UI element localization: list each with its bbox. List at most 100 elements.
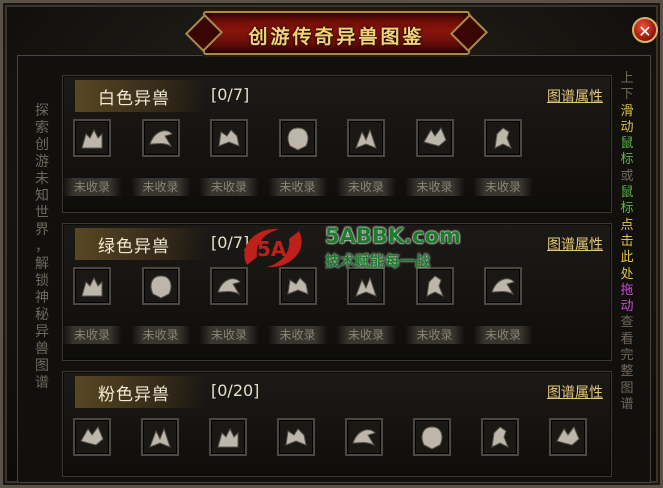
beast-slot[interactable] (484, 267, 522, 305)
sidebar-right-char: 标 (620, 201, 634, 217)
beast-slot[interactable] (484, 119, 522, 157)
attributes-link[interactable]: 图谱属性 (547, 86, 603, 106)
beast-icon (149, 427, 171, 448)
sidebar-right-char: 下 (620, 87, 634, 103)
beast-slot[interactable] (549, 418, 587, 456)
dragon-icon (422, 127, 447, 147)
tiger-icon (218, 129, 240, 147)
tiger-icon (286, 277, 309, 295)
watermark-domain: 5ABBK.com (325, 224, 461, 248)
sidebar-left-char: 游 (35, 154, 49, 170)
sidebar-left-char: 兽 (35, 341, 49, 357)
window-title: 创游传奇异兽图鉴 (248, 26, 425, 48)
sidebar-left-hint: 探索创游未知世界，解锁神秘异兽图谱 (33, 103, 51, 392)
attributes-link[interactable]: 图谱属性 (547, 234, 603, 254)
status-badge: 未收录 (267, 326, 328, 344)
section-white: 白色异兽 [0/7] 图谱属性 未收录 未收录 未收录 未收录 未收录 未收录 未收录 (62, 75, 612, 213)
watermark-logo: 5A (244, 228, 302, 268)
sidebar-right-char: 查 (620, 315, 634, 331)
sidebar-right-char: 鼠 (620, 185, 634, 201)
sidebar-right-char: 整 (620, 364, 634, 380)
lion-icon (287, 127, 308, 151)
sidebar-left-char: 索 (35, 120, 49, 136)
lion-icon (421, 426, 443, 450)
sidebar-right-char: 鼠 (620, 136, 634, 152)
beast-slot[interactable] (277, 418, 315, 456)
beast-slot[interactable] (210, 119, 248, 157)
horse-icon (425, 275, 444, 298)
eagle-icon (491, 278, 515, 296)
wolf-icon (217, 427, 239, 448)
section-title: 粉色异兽 (98, 385, 170, 405)
section-count: [0/20] (211, 381, 260, 400)
watermark: 5A 5ABBK.com 技术赋能每一战 (239, 224, 461, 273)
status-badge: 未收录 (336, 178, 396, 196)
close-button[interactable]: ✕ (632, 17, 658, 43)
beast-slot[interactable] (347, 119, 385, 157)
section-count: [0/7] (211, 85, 250, 104)
watermark-slogan: 技术赋能每一战 (325, 252, 431, 270)
sidebar-left-char: 锁 (35, 273, 49, 289)
sidebar-right-char: 动 (620, 299, 634, 315)
sidebar-right-char: 此 (620, 250, 634, 266)
sidebar-right-char: 点 (620, 217, 634, 233)
sidebar-right-char: 处 (620, 266, 634, 282)
status-badge: 未收录 (336, 326, 396, 344)
tiger-icon (285, 428, 307, 446)
beast-slot[interactable] (73, 267, 111, 305)
beast-slot[interactable] (413, 418, 451, 456)
lion-icon (150, 275, 171, 299)
title-plate: 创游传奇异兽图鉴 (203, 11, 470, 55)
bestiary-window: 创游传奇异兽图鉴 ✕ 探索创游未知世界，解锁神秘异兽图谱 上下滑动鼠标或鼠标点击… (0, 0, 663, 488)
sidebar-right-char: 击 (620, 233, 634, 249)
sidebar-right-char: 上 (620, 71, 634, 86)
sidebar-right-char: 谱 (620, 396, 634, 412)
dragon-icon (80, 426, 104, 446)
beast-slot[interactable] (278, 119, 317, 157)
sidebar-right-char: 完 (620, 348, 634, 364)
sidebar-left-char: 界 (35, 222, 49, 238)
sidebar-right-char: 标 (620, 152, 634, 168)
beast-slot[interactable] (415, 119, 454, 157)
attributes-link[interactable]: 图谱属性 (547, 382, 603, 402)
horse-icon (491, 426, 509, 449)
eagle-icon (352, 429, 376, 447)
section-title: 绿色异兽 (98, 237, 170, 257)
horse-icon (494, 127, 512, 150)
beast-slot[interactable] (481, 418, 519, 456)
status-badge: 未收录 (473, 326, 533, 344)
beast-slot[interactable] (141, 267, 180, 305)
beast-slot[interactable] (141, 119, 180, 157)
sidebar-left-char: ， (35, 239, 49, 255)
status-badge: 未收录 (199, 178, 259, 196)
beast-slot[interactable] (141, 418, 179, 456)
wolf-icon (81, 128, 103, 149)
sidebar-left-char: 解 (35, 256, 49, 272)
sidebar-right-char: 或 (620, 168, 634, 184)
beast-icon (355, 276, 377, 297)
sidebar-left-char: 谱 (35, 375, 49, 391)
sidebar-left-char: 知 (35, 188, 49, 204)
sidebar-left-char: 未 (35, 171, 49, 187)
eagle-icon (148, 130, 173, 148)
sidebar-left-char: 秘 (35, 307, 49, 323)
sidebar-right-char: 图 (620, 380, 634, 396)
status-badge: 未收录 (404, 326, 465, 344)
sidebar-right-char: 动 (620, 119, 634, 135)
beast-icon (355, 128, 377, 149)
sidebar-right-scroll-hint[interactable]: 上下滑动鼠标或鼠标点击此处拖动查看完整图谱 (618, 71, 636, 413)
status-badge: 未收录 (62, 326, 122, 344)
beast-slot[interactable] (73, 418, 111, 456)
sidebar-left-char: 创 (35, 137, 49, 153)
beast-slot[interactable] (73, 119, 111, 157)
status-badge: 未收录 (404, 178, 465, 196)
beast-slot[interactable] (345, 418, 383, 456)
sidebar-left-char: 图 (35, 358, 49, 374)
status-badge: 未收录 (130, 178, 191, 196)
watermark-logo-text: 5A (257, 237, 287, 261)
wolf-icon (81, 276, 103, 297)
sidebar-left-char: 探 (35, 103, 49, 119)
beast-slot[interactable] (209, 418, 247, 456)
sidebar-left-char: 异 (35, 324, 49, 340)
status-badge: 未收录 (473, 178, 533, 196)
